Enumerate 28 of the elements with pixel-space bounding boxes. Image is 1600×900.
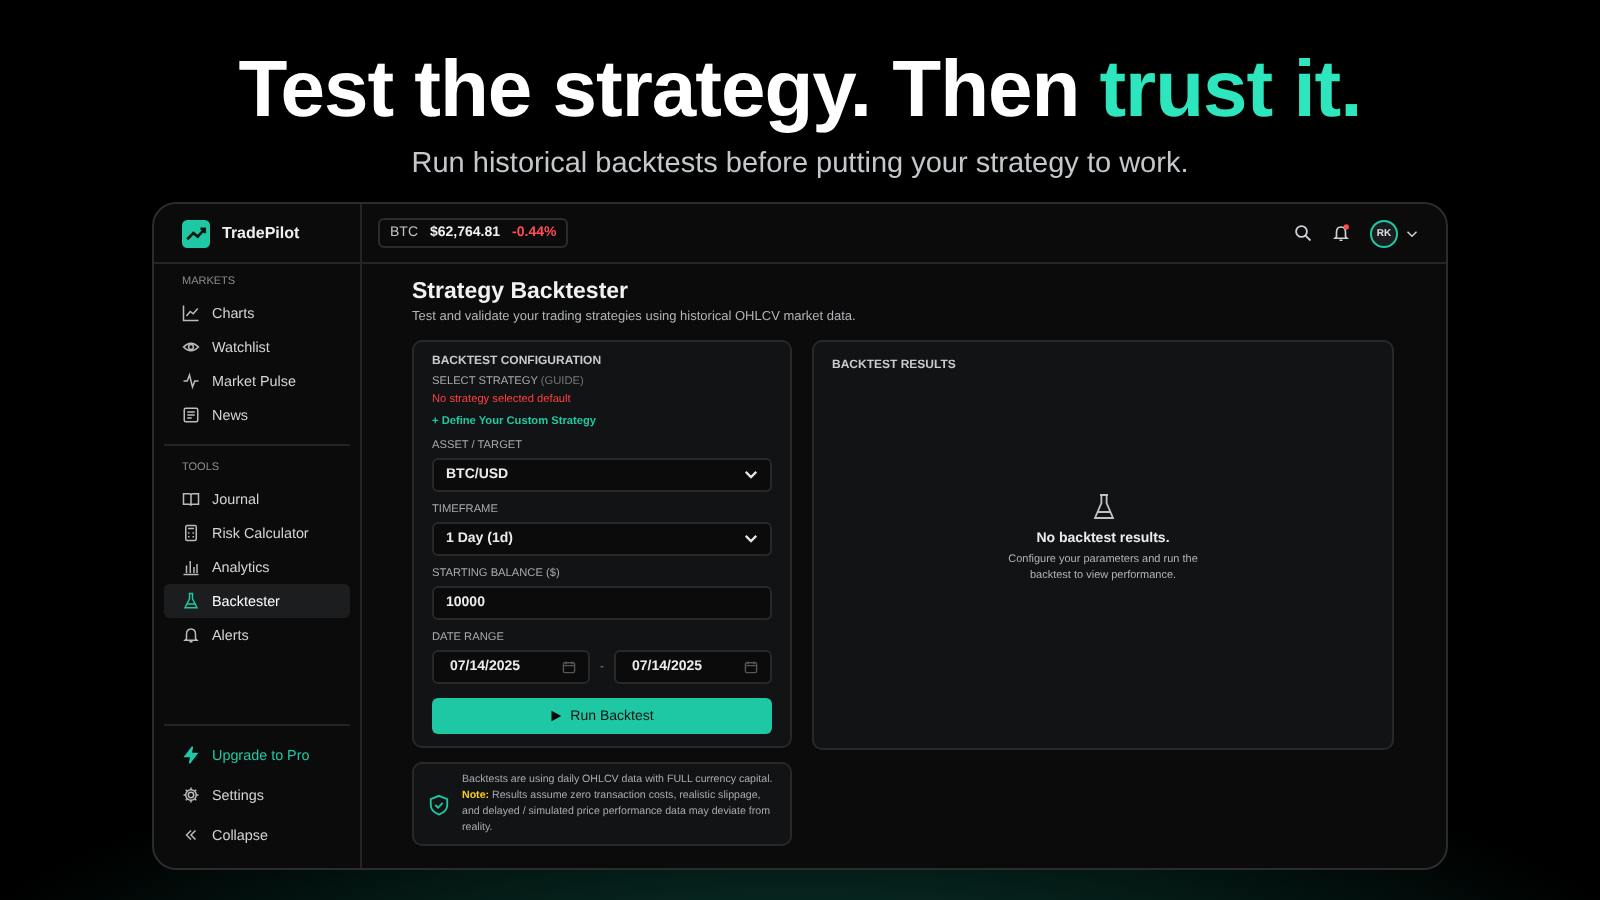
calendar-icon [562, 660, 576, 674]
chevron-icon [744, 534, 758, 544]
flask-icon [1091, 491, 1115, 521]
eye-icon [182, 338, 200, 356]
pulse-icon [182, 372, 200, 390]
lightning-icon [182, 745, 200, 763]
headline: Test the strategy. Then [238, 44, 1080, 136]
flask-icon [182, 592, 200, 610]
settings-icon [182, 785, 200, 803]
play-icon [550, 710, 563, 722]
notification-bell-icon[interactable] [1332, 224, 1350, 242]
bell-icon [182, 626, 200, 644]
headline-accent: trust it. [1099, 44, 1362, 136]
subtitle: Run historical backtests before putting your strategy to work. [411, 148, 1189, 180]
caret-icon[interactable] [1406, 229, 1418, 237]
calendar-icon [744, 660, 758, 674]
calculator-icon [182, 524, 200, 542]
collapse-icon [182, 825, 200, 843]
line-chart-icon [182, 304, 200, 322]
book-icon [182, 490, 200, 508]
newspaper-icon [182, 406, 200, 424]
app-name: TradePilot [222, 224, 300, 242]
page-title: Strategy Backtester [412, 280, 631, 304]
bar-chart-icon [182, 558, 200, 576]
chart-logo-icon [182, 219, 210, 247]
chevron-icon [744, 470, 758, 480]
shield-check-icon [428, 793, 450, 815]
search-icon[interactable] [1294, 224, 1312, 242]
